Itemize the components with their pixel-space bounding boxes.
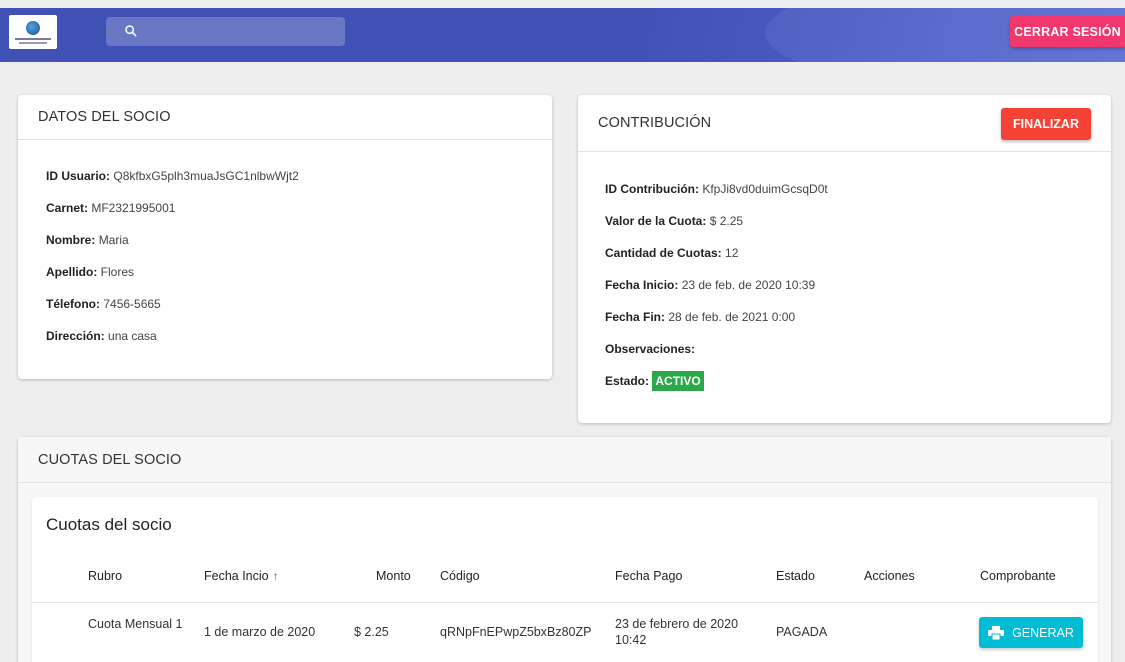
cell-fecha-pago: 23 de febrero de 2020 10:42 — [615, 617, 739, 647]
cuotas-card: CUOTAS DEL SOCIO Cuotas del socio Rubro … — [18, 437, 1111, 662]
column-header-fecha-pago[interactable]: Fecha Pago — [615, 569, 682, 583]
contrib-field-cantidad: Cantidad de Cuotas: 12 — [605, 246, 739, 260]
search-input[interactable] — [106, 17, 345, 46]
search-icon — [125, 25, 137, 37]
app-logo[interactable] — [9, 15, 57, 49]
contrib-field-observaciones: Observaciones: — [605, 342, 696, 356]
cuotas-table-title: Cuotas del socio — [46, 515, 172, 534]
socio-field-carnet: Carnet: MF2321995001 — [46, 201, 176, 215]
cell-monto: $ 2.25 — [354, 625, 389, 639]
status-badge: ACTIVO — [652, 371, 704, 391]
cuotas-section-title: CUOTAS DEL SOCIO — [18, 437, 1111, 483]
cell-estado: PAGADA — [776, 625, 828, 639]
column-header-estado[interactable]: Estado — [776, 569, 815, 583]
column-header-codigo[interactable]: Código — [440, 569, 480, 583]
column-header-comprobante[interactable]: Comprobante — [980, 569, 1056, 583]
cell-rubro: Cuota Mensual 1 — [88, 617, 183, 631]
socio-field-apellido: Apellido: Flores — [46, 265, 135, 279]
logout-button[interactable]: CERRAR SESIÓN — [1010, 16, 1125, 47]
contrib-field-valor: Valor de la Cuota: $ 2.25 — [605, 214, 744, 228]
cell-codigo: qRNpFnEPwpZ5bxBz80ZP — [440, 625, 592, 639]
contrib-field-estado: Estado: ACTIVO — [605, 371, 1111, 406]
column-header-acciones[interactable]: Acciones — [864, 569, 915, 583]
arrow-up-icon: ↑ — [272, 569, 279, 583]
socio-field-telefono: Télefono: 7456-5665 — [46, 297, 161, 311]
column-header-fecha-inicio[interactable]: Fecha Incio ↑ — [204, 569, 279, 583]
table-divider — [32, 602, 1098, 603]
socio-card: DATOS DEL SOCIO ID Usuario: Q8kfbxG5plh3… — [18, 95, 552, 379]
contrib-field-fecha-inicio: Fecha Inicio: 23 de feb. de 2020 10:39 — [605, 278, 816, 292]
contrib-field-fecha-fin: Fecha Fin: 28 de feb. de 2021 0:00 — [605, 310, 796, 324]
socio-card-title: DATOS DEL SOCIO — [18, 95, 552, 140]
printer-icon — [988, 625, 1005, 640]
top-app-bar: CERRAR SESIÓN — [0, 8, 1125, 62]
generar-button[interactable]: GENERAR — [979, 617, 1083, 648]
socio-field-direccion: Dirección: una casa — [46, 329, 157, 343]
cell-fecha-inicio: 1 de marzo de 2020 — [204, 625, 316, 639]
globe-icon — [26, 20, 40, 35]
column-header-monto[interactable]: Monto — [376, 569, 411, 583]
socio-field-nombre: Nombre: Maria — [46, 233, 129, 247]
column-header-rubro[interactable]: Rubro — [88, 569, 122, 583]
socio-field-id: ID Usuario: Q8kfbxG5plh3muaJsGC1nlbwWjt2 — [46, 169, 299, 183]
cuotas-table: Cuotas del socio Rubro Fecha Incio ↑ Mont… — [32, 497, 1098, 662]
finalizar-button[interactable]: FINALIZAR — [1001, 108, 1091, 140]
contribucion-card: CONTRIBUCIÓN FINALIZAR ID Contribución: … — [578, 95, 1111, 423]
contrib-field-id: ID Contribución: KfpJi8vd0duimGcsqD0t — [605, 182, 828, 196]
